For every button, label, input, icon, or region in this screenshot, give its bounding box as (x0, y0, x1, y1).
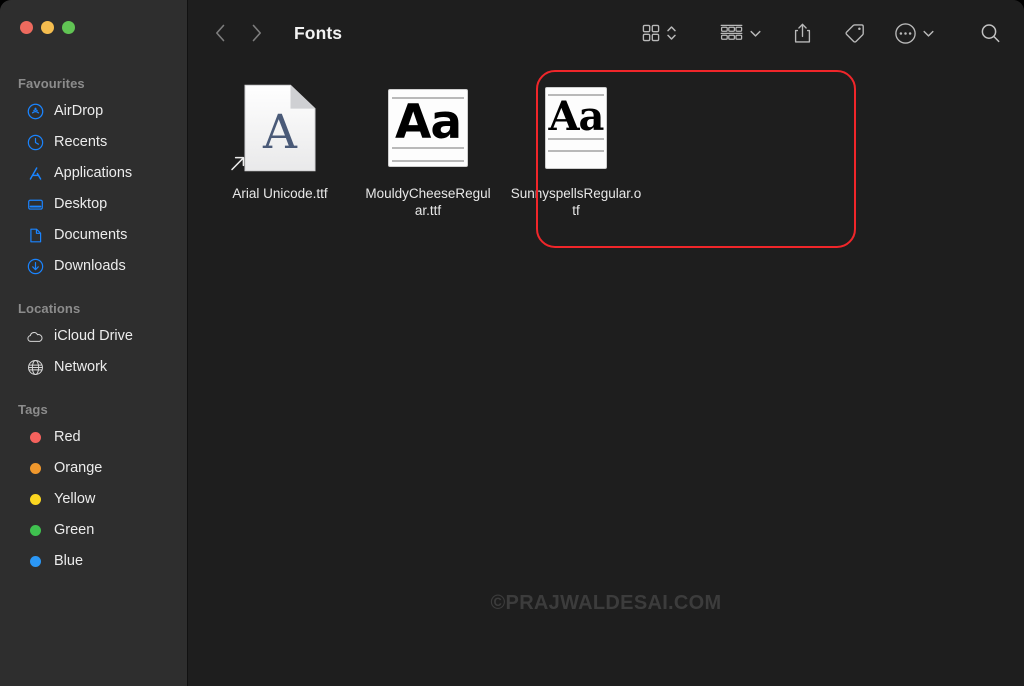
ellipsis-circle-icon (895, 22, 916, 44)
sidebar-item-label: Recents (54, 134, 108, 151)
sidebar-section-title: Favourites (18, 76, 85, 91)
sidebar-item-recents[interactable]: Recents (8, 128, 178, 157)
group-by-control[interactable] (719, 16, 762, 50)
sidebar-section-title: Tags (18, 402, 48, 417)
tag-dot-icon (26, 553, 44, 571)
chevron-down-icon (750, 30, 761, 37)
close-button[interactable] (20, 21, 33, 34)
file-grid: A Arial Unicode.ttf Aa MouldyCheeseRegul… (188, 66, 1024, 219)
sidebar-item-airdrop[interactable]: AirDrop (8, 97, 178, 126)
sidebar-item-label: Green (54, 522, 95, 539)
file-label: MouldyCheeseRegular.ttf (365, 186, 491, 218)
font-preview-glyphs: Aa (394, 95, 462, 150)
document-icon (26, 227, 44, 245)
chevron-down-icon (923, 30, 934, 37)
maximize-button[interactable] (62, 21, 75, 34)
font-document-icon: A (231, 82, 317, 174)
file-item-arial-unicode[interactable]: A Arial Unicode.ttf (206, 66, 354, 219)
sidebar-item-applications[interactable]: Applications (8, 159, 178, 188)
more-actions-control[interactable] (894, 16, 935, 50)
tag-dot-icon (26, 522, 44, 540)
sidebar-item-tag-yellow[interactable]: Yellow (8, 485, 178, 514)
grid-view-button[interactable] (641, 16, 661, 50)
applications-icon (26, 165, 44, 183)
sidebar-item-label: iCloud Drive (54, 328, 133, 345)
sidebar-item-label: AirDrop (54, 103, 104, 120)
globe-icon (26, 359, 44, 377)
minimize-button[interactable] (41, 21, 54, 34)
file-label: SunnyspellsRegular.otf (510, 186, 642, 218)
forward-button[interactable] (248, 20, 264, 46)
search-icon (981, 23, 1000, 42)
toolbar-actions (641, 16, 1002, 50)
downloads-icon (26, 258, 44, 276)
search-button[interactable] (979, 16, 1002, 50)
tag-dot-icon (26, 460, 44, 478)
view-mode-control[interactable] (641, 16, 677, 50)
sidebar-item-label: Yellow (54, 491, 96, 508)
share-button[interactable] (792, 16, 813, 50)
sidebar-item-desktop[interactable]: Desktop (8, 190, 178, 219)
sidebar-item-icloud-drive[interactable]: iCloud Drive (8, 322, 178, 351)
file-label: Arial Unicode.ttf (232, 186, 328, 201)
page-title: Fonts (294, 22, 343, 43)
watermark: ©PRAJWALDESAI.COM (490, 592, 722, 614)
sidebar-item-network[interactable]: Network (8, 353, 178, 382)
more-actions-chevron-button[interactable] (922, 16, 935, 50)
font-preview-icon: Aa (545, 87, 607, 169)
file-item-sunnyspells[interactable]: Aa SunnyspellsRegular.otf (502, 66, 650, 219)
chevron-left-icon (215, 24, 224, 42)
chevron-up-down-icon (667, 26, 676, 40)
font-preview-glyphs: Aa (548, 93, 605, 140)
window-controls (0, 0, 188, 54)
grid-view-icon (642, 24, 660, 42)
tag-dot-icon (26, 491, 44, 509)
group-by-button[interactable] (719, 16, 744, 50)
sidebar-item-tag-red[interactable]: Red (8, 423, 178, 452)
sidebar-item-label: Red (54, 429, 81, 446)
sidebar-item-tag-green[interactable]: Green (8, 516, 178, 545)
sidebar-item-documents[interactable]: Documents (8, 221, 178, 250)
file-icon[interactable]: Aa (388, 80, 468, 176)
sidebar-item-label: Documents (54, 227, 128, 244)
tag-button[interactable] (843, 16, 866, 50)
airdrop-icon (26, 103, 44, 121)
cloud-icon (26, 328, 44, 346)
sidebar-item-tag-orange[interactable]: Orange (8, 454, 178, 483)
file-icon[interactable]: A (231, 80, 317, 176)
sidebar: Favourites AirDrop Recents Applications … (0, 0, 188, 686)
sidebar-item-label: Downloads (54, 258, 126, 275)
sidebar-item-tag-blue[interactable]: Blue (8, 547, 178, 576)
more-actions-button[interactable] (894, 16, 917, 50)
desktop-icon (26, 196, 44, 214)
sidebar-section-favourites: Favourites AirDrop Recents Applications … (0, 76, 188, 281)
sidebar-section-tags: Tags Red Orange Yellow Green Blue (0, 402, 188, 576)
sidebar-section-locations: Locations iCloud Drive Network (0, 301, 188, 382)
view-sort-button[interactable] (666, 16, 677, 50)
tag-dot-icon (26, 429, 44, 447)
navigation-buttons (212, 20, 264, 46)
font-preview-icon: Aa (388, 89, 468, 167)
toolbar: Fonts (188, 0, 1024, 66)
back-button[interactable] (212, 20, 228, 46)
svg-text:A: A (262, 105, 298, 160)
share-icon (794, 23, 811, 43)
group-by-chevron-button[interactable] (749, 16, 762, 50)
sidebar-item-label: Applications (54, 165, 133, 182)
alias-arrow-icon (227, 152, 249, 174)
chevron-right-icon (252, 24, 261, 42)
clock-icon (26, 134, 44, 152)
sidebar-item-downloads[interactable]: Downloads (8, 252, 178, 281)
file-item-mouldycheese[interactable]: Aa MouldyCheeseRegular.ttf (354, 66, 502, 219)
tag-icon (845, 23, 864, 43)
file-icon[interactable]: Aa (545, 80, 607, 176)
sidebar-item-label: Network (54, 359, 108, 376)
finder-window: Favourites AirDrop Recents Applications … (0, 0, 1024, 686)
sidebar-item-label: Desktop (54, 196, 108, 213)
sidebar-item-label: Orange (54, 460, 103, 477)
content-area: Fonts A Arial Unicode.ttf Aa MouldyChees… (188, 0, 1024, 686)
group-by-icon (720, 24, 743, 40)
sidebar-section-title: Locations (18, 301, 81, 316)
sidebar-item-label: Blue (54, 553, 84, 570)
